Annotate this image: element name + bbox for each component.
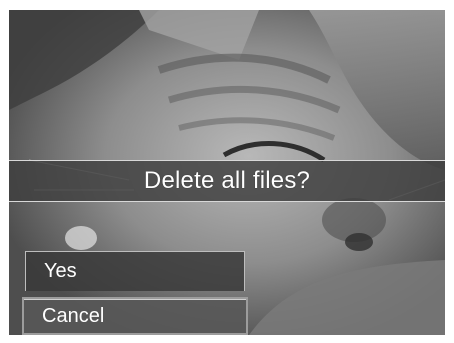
dialog-title: Delete all files?: [143, 167, 311, 194]
cancel-option[interactable]: Cancel: [22, 297, 248, 335]
yes-option[interactable]: Yes: [25, 251, 245, 291]
camera-screen: Delete all files? Yes Cancel: [9, 10, 445, 335]
yes-option-label: Yes: [44, 260, 77, 282]
confirm-banner: Delete all files?: [9, 160, 445, 202]
cancel-option-label: Cancel: [42, 304, 105, 327]
